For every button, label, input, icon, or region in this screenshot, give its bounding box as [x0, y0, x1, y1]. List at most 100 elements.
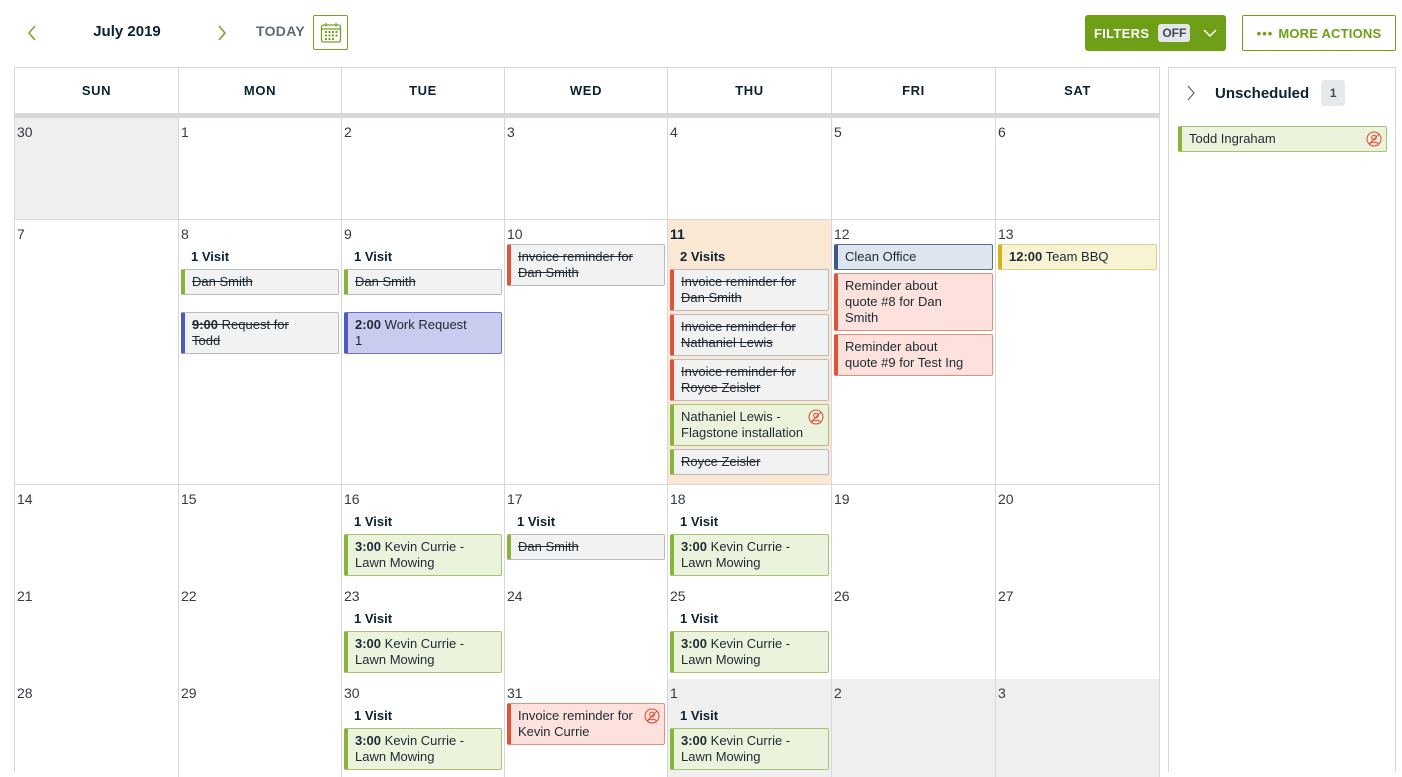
- day-cell[interactable]: 12 Clean Office Reminder about quote #8 fo…: [832, 220, 996, 484]
- calendar-event[interactable]: Reminder about quote #9 for Test Ing: [834, 334, 993, 376]
- calendar-event[interactable]: 12:00 Team BBQ: [998, 244, 1157, 270]
- week-row: 21 22 23 1 Visit 3:00 Kevin Currie - Lawn Mo…: [15, 582, 1160, 680]
- event-text: 3:00 Kevin Currie - Lawn Mowing: [355, 733, 464, 764]
- day-number: 19: [834, 491, 850, 507]
- calendar-event[interactable]: Invoice reminder for Dan Smith: [670, 269, 829, 311]
- day-cell[interactable]: 6: [996, 118, 1160, 219]
- day-number: 1: [670, 685, 678, 701]
- event-title: Invoice reminder for Kevin Currie: [518, 708, 633, 739]
- visit-count: 1 Visit: [680, 708, 719, 723]
- day-cell[interactable]: 30 1 Visit 3:00 Kevin Currie - Lawn Mowing: [342, 679, 505, 777]
- month-calendar-grid: SUN MON TUE WED THU FRI SAT 30 1 2 3 4 5 6 7 8 1 Visit D…: [14, 67, 1160, 777]
- day-number: 7: [17, 226, 25, 242]
- today-button[interactable]: TODAY: [256, 23, 305, 39]
- calendar-event[interactable]: 3:00 Kevin Currie - Lawn Mowing: [344, 534, 502, 576]
- calendar-event[interactable]: 3:00 Kevin Currie - Lawn Mowing: [344, 631, 502, 673]
- day-cell[interactable]: 15: [179, 485, 342, 583]
- day-number: 2: [344, 124, 352, 140]
- day-cell[interactable]: 21: [15, 582, 179, 680]
- day-cell[interactable]: 10 Invoice reminder for Dan Smith: [505, 220, 668, 484]
- day-cell[interactable]: 2: [342, 118, 505, 219]
- calendar-event[interactable]: 3:00 Kevin Currie - Lawn Mowing: [344, 728, 502, 770]
- day-cell[interactable]: 26: [832, 582, 996, 680]
- calendar-event[interactable]: Reminder about quote #8 for Dan Smith: [834, 273, 993, 331]
- event-text: 9:00 Request for Todd: [192, 317, 289, 348]
- day-cell[interactable]: 25 1 Visit 3:00 Kevin Currie - Lawn Mowing: [668, 582, 832, 680]
- calendar-event[interactable]: Royce Zeisler: [670, 449, 829, 475]
- calendar-event[interactable]: 2:00 Work Request 1: [344, 312, 502, 354]
- event-title: Clean Office: [845, 249, 917, 264]
- event-text: Invoice reminder for Dan Smith: [681, 274, 796, 305]
- day-number: 6: [998, 124, 1006, 140]
- unassigned-user-icon: [808, 409, 824, 425]
- unscheduled-header: Unscheduled 1: [1169, 68, 1395, 118]
- day-cell[interactable]: 3: [996, 679, 1160, 777]
- day-cell[interactable]: 30: [15, 118, 179, 219]
- day-number: 25: [670, 588, 686, 604]
- day-number: 3: [998, 685, 1006, 701]
- day-cell[interactable]: 4: [668, 118, 832, 219]
- calendar-event[interactable]: Invoice reminder for Nathaniel Lewis: [670, 314, 829, 356]
- calendar-event[interactable]: Invoice reminder for Kevin Currie: [507, 703, 665, 745]
- unscheduled-item[interactable]: Todd Ingraham: [1178, 126, 1387, 152]
- visit-count: 1 Visit: [517, 514, 556, 529]
- filters-button[interactable]: FILTERS OFF: [1085, 15, 1226, 51]
- calendar-event[interactable]: Clean Office: [834, 244, 993, 270]
- calendar-event[interactable]: Invoice reminder for Royce Zeisler: [670, 359, 829, 401]
- day-cell[interactable]: 91 Visit Dan Smith 2:00 Work Request 1: [342, 220, 505, 484]
- day-cell[interactable]: 81 Visit Dan Smith 9:00 Request for Todd: [179, 220, 342, 484]
- day-cell[interactable]: 16 1 Visit 3:00 Kevin Currie - Lawn Mowing: [342, 485, 505, 583]
- event-title: Dan Smith: [192, 274, 253, 289]
- day-cell[interactable]: 18 1 Visit 3:00 Kevin Currie - Lawn Mowing: [668, 485, 832, 583]
- more-actions-button[interactable]: ••• MORE ACTIONS: [1242, 15, 1396, 51]
- event-text: Dan Smith: [518, 539, 579, 554]
- day-cell[interactable]: 5: [832, 118, 996, 219]
- day-cell[interactable]: 13 12:00 Team BBQ: [996, 220, 1160, 484]
- day-cell[interactable]: 31 Invoice reminder for Kevin Currie: [505, 679, 668, 777]
- calendar-event[interactable]: Dan Smith: [181, 269, 339, 295]
- day-cell[interactable]: 19: [832, 485, 996, 583]
- day-number: 15: [181, 491, 197, 507]
- expand-chevron-icon[interactable]: [1183, 83, 1199, 103]
- day-cell[interactable]: 2: [832, 679, 996, 777]
- calendar-event[interactable]: Dan Smith: [344, 269, 502, 295]
- previous-month-button[interactable]: [22, 22, 42, 44]
- calendar-event[interactable]: Nathaniel Lewis - Flagstone installation: [670, 404, 829, 446]
- calendar-event[interactable]: 3:00 Kevin Currie - Lawn Mowing: [670, 728, 829, 770]
- event-title: Royce Zeisler: [681, 454, 761, 469]
- chevron-left-icon: [28, 25, 36, 41]
- day-cell[interactable]: 1: [179, 118, 342, 219]
- event-text: Invoice reminder for Nathaniel Lewis: [681, 319, 796, 350]
- event-time: 3:00: [681, 733, 708, 748]
- day-cell[interactable]: 24: [505, 582, 668, 680]
- day-cell[interactable]: 3: [505, 118, 668, 219]
- day-cell[interactable]: 23 1 Visit 3:00 Kevin Currie - Lawn Mowing: [342, 582, 505, 680]
- day-cell-today[interactable]: 11 2 Visits Invoice reminder for Dan Smith…: [668, 220, 832, 484]
- day-cell[interactable]: 17 1 Visit Dan Smith: [505, 485, 668, 583]
- day-cell[interactable]: 14: [15, 485, 179, 583]
- visit-count: 1 Visit: [680, 514, 719, 529]
- calendar-event[interactable]: 9:00 Request for Todd: [181, 312, 339, 354]
- day-cell[interactable]: 28: [15, 679, 179, 777]
- event-text: 3:00 Kevin Currie - Lawn Mowing: [681, 733, 790, 764]
- day-cell[interactable]: 20: [996, 485, 1160, 583]
- day-cell[interactable]: 11 Visit 3:00 Kevin Currie - Lawn Mowing: [668, 679, 832, 777]
- filters-status-badge: OFF: [1158, 24, 1191, 42]
- day-cell[interactable]: 7: [15, 220, 179, 484]
- calendar-event[interactable]: Dan Smith: [507, 534, 665, 560]
- visit-count: 1 Visit: [680, 611, 719, 626]
- date-picker-button[interactable]: [313, 15, 348, 50]
- calendar-event[interactable]: 3:00 Kevin Currie - Lawn Mowing: [670, 534, 829, 576]
- event-text: 3:00 Kevin Currie - Lawn Mowing: [355, 636, 464, 667]
- calendar-event[interactable]: Invoice reminder for Dan Smith: [507, 244, 665, 286]
- day-cell[interactable]: 22: [179, 582, 342, 680]
- day-cell[interactable]: 27: [996, 582, 1160, 680]
- calendar-event[interactable]: 3:00 Kevin Currie - Lawn Mowing: [670, 631, 829, 673]
- day-cell[interactable]: 29: [179, 679, 342, 777]
- unscheduled-list: Todd Ingraham: [1169, 118, 1395, 152]
- next-month-button[interactable]: [212, 22, 232, 44]
- event-text: Invoice reminder for Royce Zeisler: [681, 364, 796, 395]
- day-number: 30: [17, 124, 33, 140]
- event-text: Reminder about quote #8 for Dan Smith: [845, 278, 942, 325]
